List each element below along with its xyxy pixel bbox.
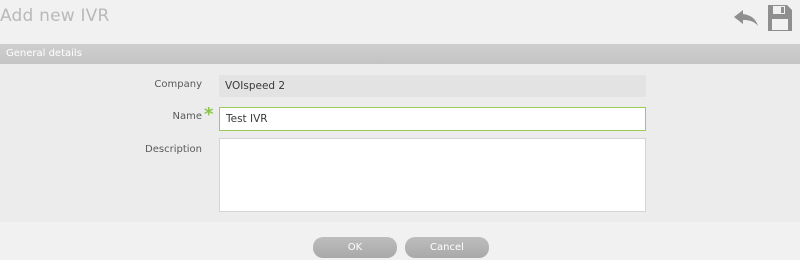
name-input[interactable] (219, 107, 646, 131)
company-value: VOIspeed 2 (219, 75, 646, 97)
floppy-disk-icon (768, 5, 792, 31)
back-button[interactable] (732, 4, 760, 32)
page-title: Add new IVR (0, 6, 110, 26)
undo-arrow-icon (734, 10, 758, 26)
ok-button[interactable]: OK (313, 237, 397, 258)
description-textarea[interactable] (219, 138, 646, 212)
save-button[interactable] (766, 4, 794, 32)
toolbar (732, 4, 794, 32)
cancel-button[interactable]: Cancel (405, 237, 489, 258)
company-label: Company (154, 79, 202, 90)
description-label: Description (145, 144, 202, 155)
required-indicator: * (204, 104, 214, 125)
general-details-form: Company VOIspeed 2 Name * Description (0, 64, 800, 222)
name-label: Name (172, 111, 202, 122)
section-header: General details (0, 44, 800, 64)
